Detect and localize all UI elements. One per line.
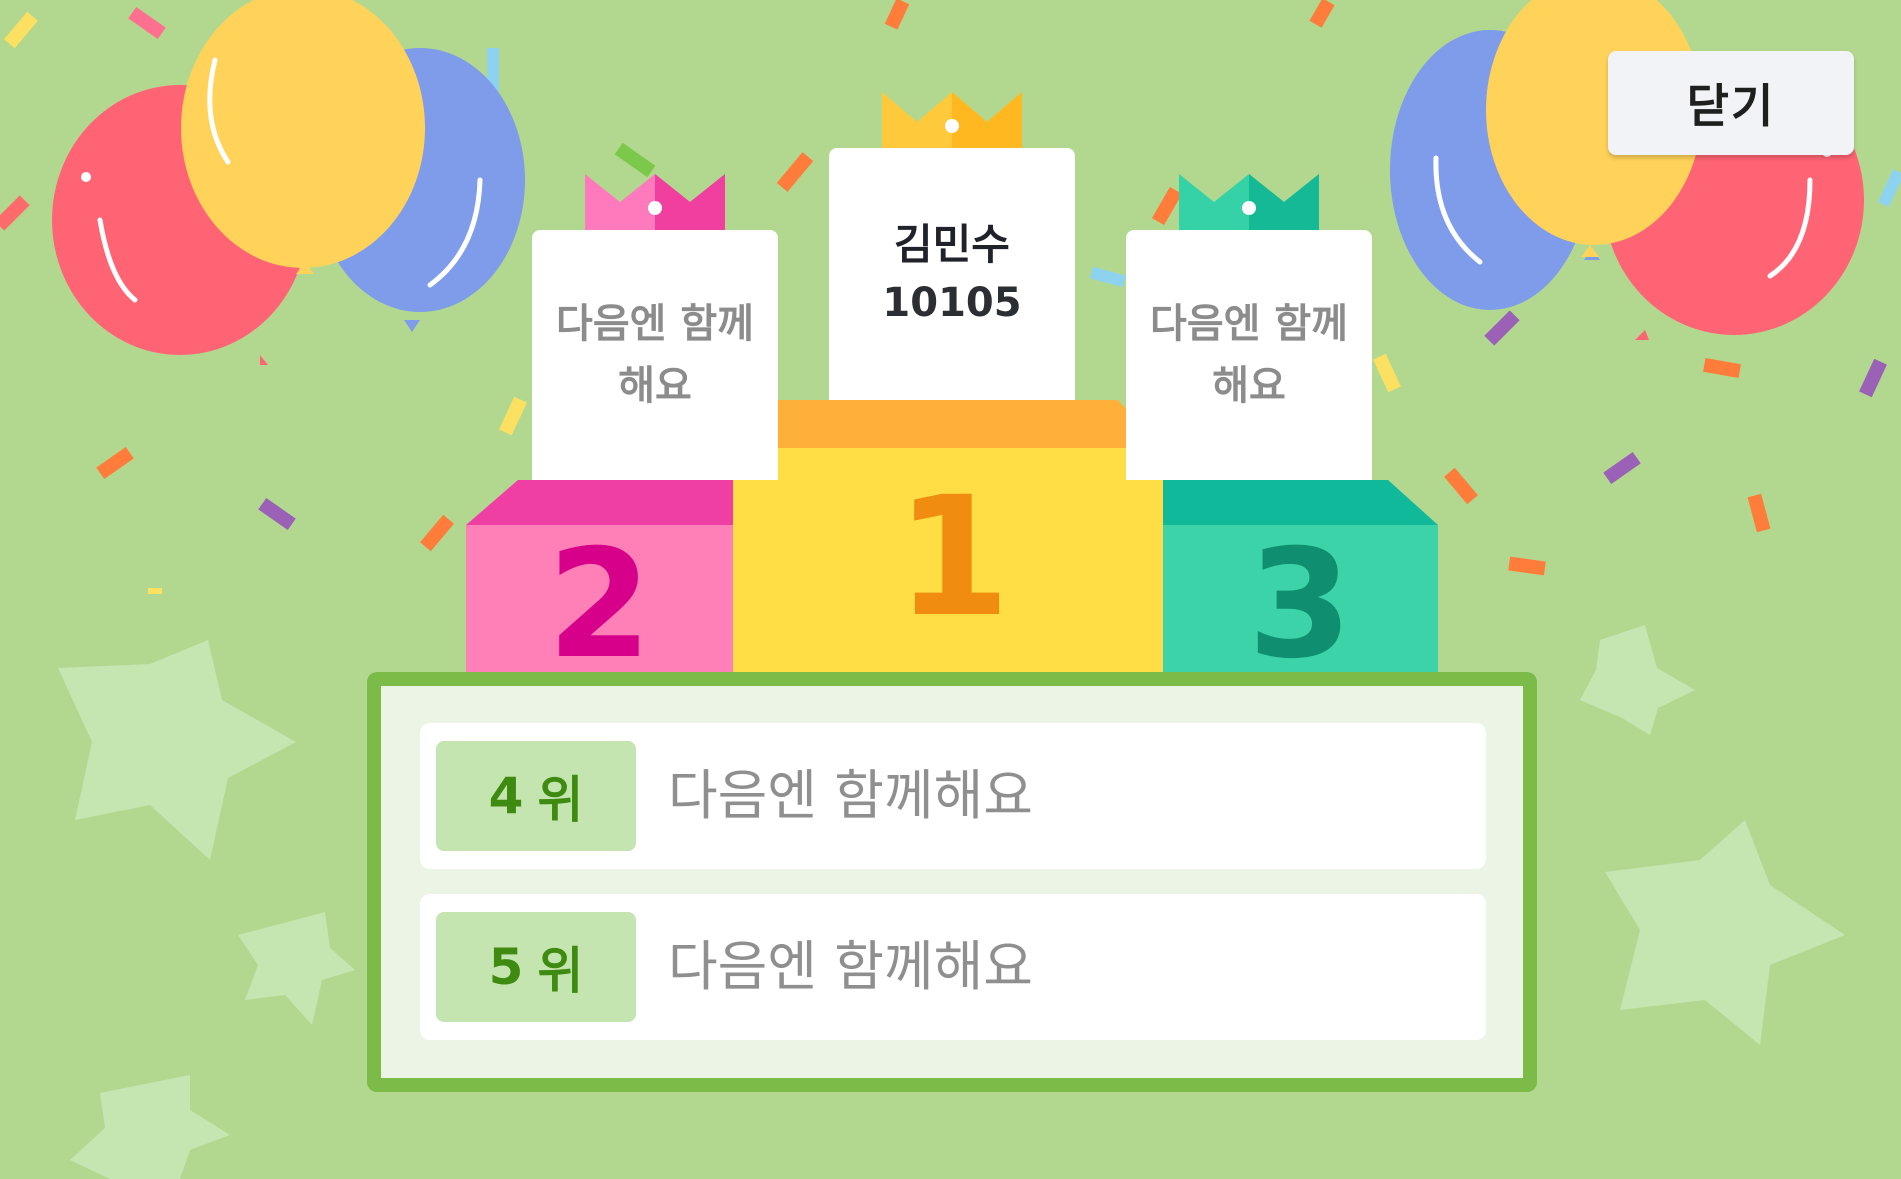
second-place-card: 다음엔 함께해요: [532, 230, 778, 480]
close-button[interactable]: 닫기: [1608, 51, 1854, 155]
third-place-card: 다음엔 함께해요: [1126, 230, 1372, 480]
rank-number-1: 1: [895, 461, 1011, 653]
rank-number-3: 3: [1247, 518, 1353, 692]
third-place-name: 다음엔 함께해요: [1150, 301, 1348, 409]
rank-badge-suffix: 위: [537, 942, 584, 1000]
second-place-name: 다음엔 함께해요: [556, 301, 754, 409]
list-item: 4 위 다음엔 함께해요: [420, 723, 1486, 869]
first-place-name: 김민수: [894, 220, 1010, 269]
crown-icon: [1179, 174, 1319, 232]
rank-number-2: 2: [547, 518, 652, 692]
star-icon: [58, 640, 296, 860]
star-icon: [1580, 625, 1695, 735]
crown-icon: [882, 92, 1022, 148]
list-item-name: 다음엔 함께해요: [668, 764, 1033, 827]
crown-icon: [585, 174, 725, 232]
star-icon: [238, 912, 355, 1025]
ranking-screen: 닫기 다음엔 함께해요 김민수 10105 다음엔 함께해요 1 2 3 4 위…: [0, 0, 1901, 1179]
list-item: 5 위 다음엔 함께해요: [420, 894, 1486, 1040]
rank-badge-number: 4: [488, 767, 524, 825]
list-item-name: 다음엔 함께해요: [668, 935, 1033, 998]
rank-badge: 4 위: [436, 741, 636, 851]
rank-badge: 5 위: [436, 912, 636, 1022]
rank-badge-suffix: 위: [537, 771, 584, 829]
first-place-card: 김민수 10105: [829, 148, 1075, 400]
rank-badge-number: 5: [488, 938, 524, 996]
close-button-label: 닫기: [1686, 79, 1776, 133]
star-icon: [70, 1075, 230, 1179]
star-icon: [1605, 820, 1845, 1045]
first-place-student-number: 10105: [882, 280, 1022, 326]
